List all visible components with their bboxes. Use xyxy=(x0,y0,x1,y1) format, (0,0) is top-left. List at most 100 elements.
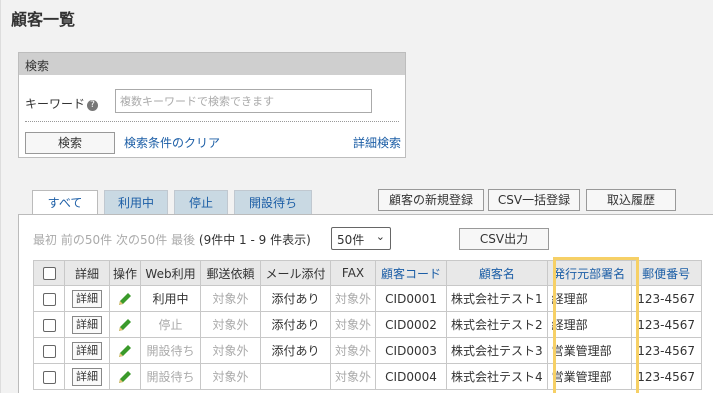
csv-bulk-register-button[interactable]: CSV一括登録 xyxy=(488,189,580,211)
col-web: Web利用 xyxy=(140,260,202,286)
detail-cell: 詳細 xyxy=(64,285,110,312)
web-status-cell: 開設待ち xyxy=(140,363,202,390)
fax-cell: 対象外 xyxy=(330,337,377,364)
col-mail-request: 郵送依頼 xyxy=(200,260,262,286)
web-status-cell: 利用中 xyxy=(140,285,202,312)
table-row: 詳細 開設待ち 対象外 対象外 CID0004 株式会社テスト4 営業管理部 1… xyxy=(33,363,702,390)
select-all-header xyxy=(33,260,65,286)
web-status-cell: 開設待ち xyxy=(140,337,202,364)
row-checkbox[interactable] xyxy=(42,370,56,384)
edit-cell xyxy=(108,311,142,338)
col-customer-code[interactable]: 顧客コード xyxy=(375,260,448,286)
pager: 最初 前の50件 次の50件 最後 (9件中 1 - 9 件表示) xyxy=(33,231,311,248)
email-attach-cell: 添付あり xyxy=(260,285,332,312)
email-attach-cell: 添付あり xyxy=(260,311,332,338)
customer-table: 詳細 操作 Web利用 郵送依頼 メール添付 FAX 顧客コード 顧客名 発行元… xyxy=(33,260,702,390)
clear-conditions-link[interactable]: 検索条件のクリア xyxy=(124,134,220,151)
table-row: 詳細 利用中 対象外 添付あり 対象外 CID0001 株式会社テスト1 経理部… xyxy=(33,285,702,312)
new-customer-button[interactable]: 顧客の新規登録 xyxy=(378,189,484,211)
divider xyxy=(25,121,399,122)
customer-code-cell: CID0003 xyxy=(375,337,448,364)
chevron-down-icon: ⌄ xyxy=(375,230,385,243)
pencil-icon[interactable] xyxy=(117,369,133,385)
fax-cell: 対象外 xyxy=(330,311,377,338)
customer-name-cell: 株式会社テスト2 xyxy=(446,311,548,338)
detail-cell: 詳細 xyxy=(64,311,110,338)
pager-next: 次の50件 xyxy=(115,233,168,247)
row-checkbox-cell xyxy=(33,363,65,390)
page-title: 顧客一覧 xyxy=(11,10,76,29)
customer-list-page: 顧客一覧 検索 キーワード? 検索 検索条件のクリア 詳細検索 すべて 利用中 … xyxy=(0,0,713,393)
tab-stopped[interactable]: 停止 xyxy=(174,190,228,214)
table-row: 詳細 停止 対象外 添付あり 対象外 CID0002 株式会社テスト2 経理部 … xyxy=(33,311,702,338)
web-status-cell: 停止 xyxy=(140,311,202,338)
pencil-icon[interactable] xyxy=(117,291,133,307)
col-fax: FAX xyxy=(330,260,377,286)
row-checkbox[interactable] xyxy=(42,318,56,332)
row-checkbox-cell xyxy=(33,337,65,364)
customer-code-cell: CID0002 xyxy=(375,311,448,338)
mail-request-cell: 対象外 xyxy=(200,311,262,338)
pager-count: (9件中 1 - 9 件表示) xyxy=(198,233,311,247)
issuer-department-cell: 経理部 xyxy=(546,311,632,338)
pager-last: 最後 xyxy=(171,233,196,247)
customer-code-cell: CID0001 xyxy=(375,285,448,312)
email-attach-cell xyxy=(260,363,332,390)
col-issuer-department[interactable]: 発行元部署名 xyxy=(546,260,632,286)
tab-pending[interactable]: 開設待ち xyxy=(234,190,312,214)
pager-first: 最初 xyxy=(33,233,58,247)
per-page-select[interactable]: 50件 ⌄ xyxy=(331,227,391,250)
fax-cell: 対象外 xyxy=(330,363,377,390)
col-email-attach: メール添付 xyxy=(260,260,332,286)
detail-cell: 詳細 xyxy=(64,337,110,364)
col-detail: 詳細 xyxy=(64,260,110,286)
table-header-row: 詳細 操作 Web利用 郵送依頼 メール添付 FAX 顧客コード 顧客名 発行元… xyxy=(33,260,702,286)
col-customer-name[interactable]: 顧客名 xyxy=(446,260,548,286)
detail-button[interactable]: 詳細 xyxy=(72,289,102,308)
search-button[interactable]: 検索 xyxy=(25,132,115,154)
detail-cell: 詳細 xyxy=(64,363,110,390)
row-checkbox-cell xyxy=(33,285,65,312)
search-panel: 検索 キーワード? 検索 検索条件のクリア 詳細検索 xyxy=(18,52,406,158)
customer-name-cell: 株式会社テスト4 xyxy=(446,363,548,390)
search-panel-header: 検索 xyxy=(19,53,405,75)
tab-all[interactable]: すべて xyxy=(32,190,98,216)
customer-name-cell: 株式会社テスト1 xyxy=(446,285,548,312)
mail-request-cell: 対象外 xyxy=(200,285,262,312)
edit-cell xyxy=(108,285,142,312)
customer-list-panel: 最初 前の50件 次の50件 最後 (9件中 1 - 9 件表示) 50件 ⌄ … xyxy=(18,214,713,393)
mail-request-cell: 対象外 xyxy=(200,363,262,390)
pencil-icon[interactable] xyxy=(117,317,133,333)
customer-name-cell: 株式会社テスト3 xyxy=(446,337,548,364)
postal-code-cell: 123-4567 xyxy=(630,311,702,338)
advanced-search-link[interactable]: 詳細検索 xyxy=(353,134,401,151)
postal-code-cell: 123-4567 xyxy=(630,337,702,364)
per-page-value: 50件 xyxy=(337,233,365,247)
email-attach-cell: 添付あり xyxy=(260,337,332,364)
tab-active[interactable]: 利用中 xyxy=(104,190,168,214)
row-checkbox[interactable] xyxy=(42,292,56,306)
issuer-department-cell: 営業管理部 xyxy=(546,337,632,364)
detail-button[interactable]: 詳細 xyxy=(72,367,102,386)
col-operation: 操作 xyxy=(108,260,142,286)
table-row: 詳細 開設待ち 対象外 添付あり 対象外 CID0003 株式会社テスト3 営業… xyxy=(33,337,702,364)
keyword-input[interactable] xyxy=(115,89,372,113)
row-checkbox-cell xyxy=(33,311,65,338)
edit-cell xyxy=(108,363,142,390)
customer-code-cell: CID0004 xyxy=(375,363,448,390)
import-history-button[interactable]: 取込履歴 xyxy=(586,189,676,211)
detail-button[interactable]: 詳細 xyxy=(72,341,102,360)
help-icon[interactable]: ? xyxy=(87,100,99,111)
issuer-department-cell: 経理部 xyxy=(546,285,632,312)
pager-prev: 前の50件 xyxy=(60,233,113,247)
mail-request-cell: 対象外 xyxy=(200,337,262,364)
postal-code-cell: 123-4567 xyxy=(630,363,702,390)
select-all-checkbox[interactable] xyxy=(42,267,56,280)
issuer-department-cell: 営業管理部 xyxy=(546,363,632,390)
detail-button[interactable]: 詳細 xyxy=(72,315,102,334)
csv-export-button[interactable]: CSV出力 xyxy=(459,228,549,250)
row-checkbox[interactable] xyxy=(42,344,56,358)
pencil-icon[interactable] xyxy=(117,343,133,359)
fax-cell: 対象外 xyxy=(330,285,377,312)
col-postal-code[interactable]: 郵便番号 xyxy=(630,260,702,286)
